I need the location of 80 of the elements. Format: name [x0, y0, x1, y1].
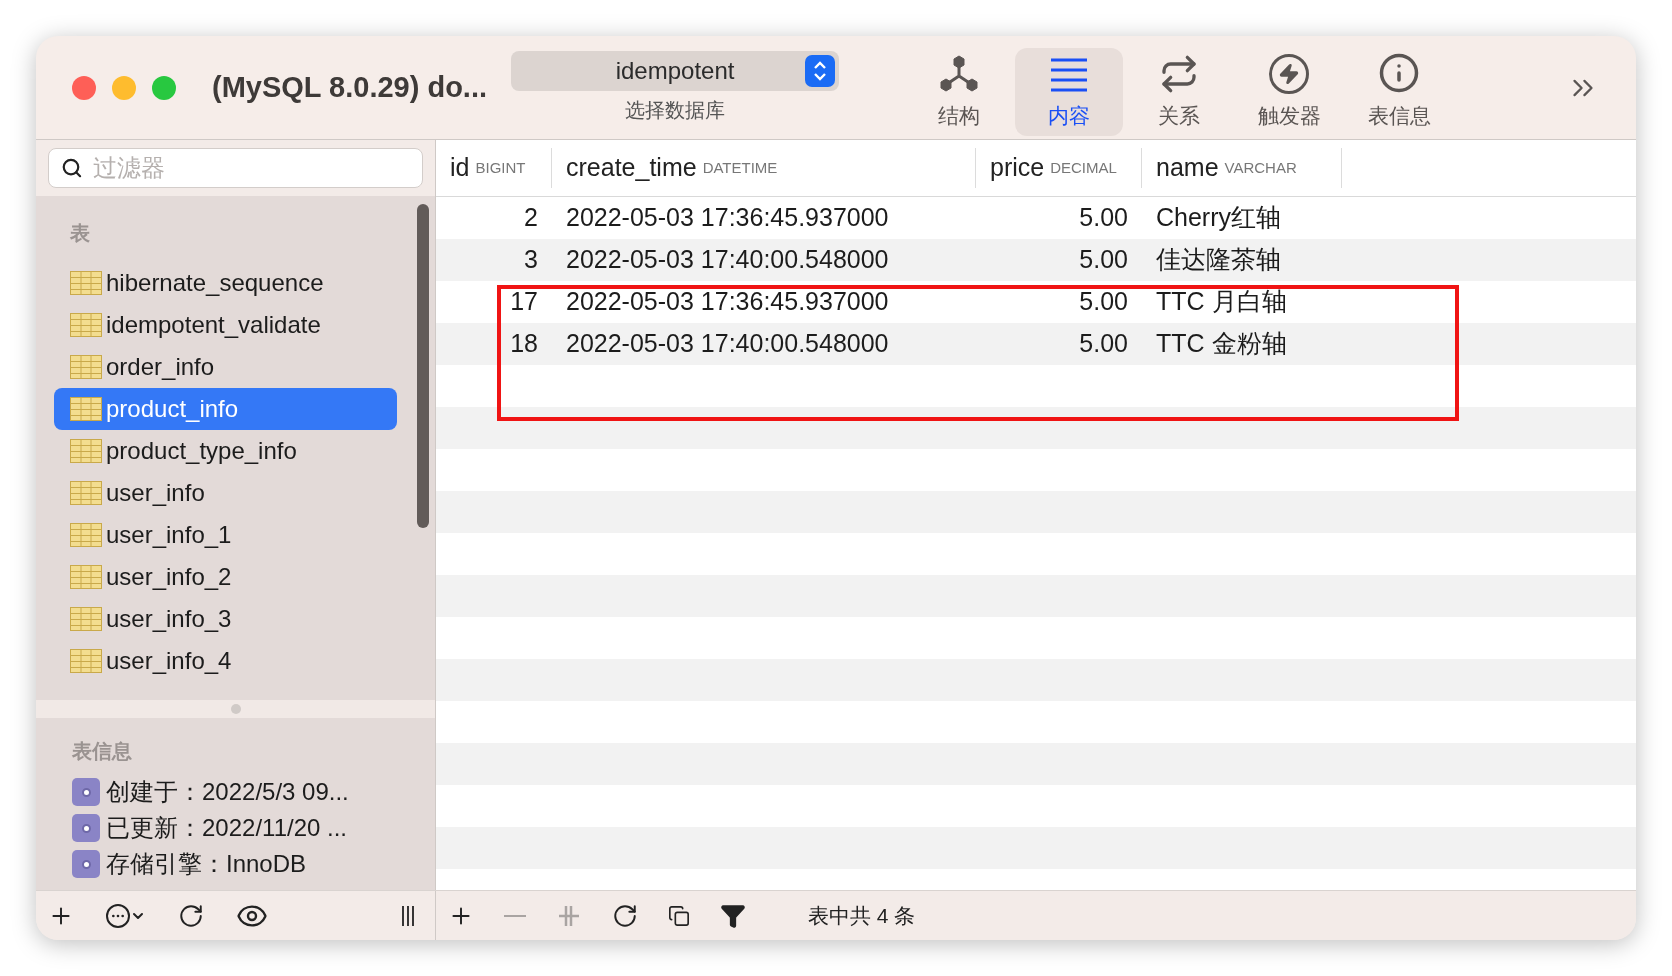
table-cell-text: 2022-05-03 17:40:00.548000 [565, 244, 890, 276]
toolbar-tab[interactable]: 结构 [905, 47, 1014, 136]
sidebar-item[interactable]: hibernate_sequence [54, 262, 397, 304]
selector-label: 选择数据库 [625, 97, 726, 123]
columns-button[interactable] [401, 903, 415, 928]
info-item-icon [72, 778, 100, 806]
section-header: 表 [69, 221, 91, 246]
refresh-icon [178, 902, 204, 929]
table-cell-text: 2022-05-03 17:40:00.548000 [565, 328, 890, 360]
column-header[interactable]: price DECIMAL [976, 148, 1142, 188]
column-header[interactable]: create_time DATETIME [552, 148, 976, 188]
sidebar-item[interactable]: user_info_3 [54, 598, 397, 640]
sidebar-item[interactable]: user_info_2 [54, 556, 397, 598]
table-row[interactable]: 3 2022-05-03 17:40:00.548000 5.00 佳达隆茶轴 [436, 239, 1636, 281]
info-icon [1378, 52, 1421, 94]
info-item-icon [72, 814, 100, 842]
table-cell-text: 5.00 [1078, 202, 1129, 234]
sidebar-item[interactable]: order_info [54, 346, 397, 388]
toolbar-tab[interactable]: 触发器 [1235, 47, 1344, 136]
refresh-button[interactable] [178, 902, 204, 929]
search-icon [61, 156, 83, 180]
info-item: 已更新：2022/11/20 ... [106, 813, 347, 843]
sidebar-scrollbar[interactable] [417, 204, 429, 528]
sidebar-item[interactable]: user_info [54, 472, 397, 514]
table-icon [70, 565, 102, 589]
table-cell-text: 18 [509, 328, 539, 360]
filter-button[interactable] [720, 902, 746, 929]
table-cell-text: 佳达隆茶轴 [1155, 244, 1282, 276]
toolbar-tab[interactable]: 表信息 [1345, 47, 1454, 136]
table-cell-text: TTC 月白轴 [1155, 286, 1288, 318]
table-cell-text: Cherry红轴 [1155, 202, 1282, 234]
table-cell-text: 5.00 [1078, 244, 1129, 276]
info-item: 存储引擎：InnoDB [106, 849, 307, 879]
table-cell-text: 5.00 [1078, 328, 1129, 360]
table-cell-text: 5.00 [1078, 286, 1129, 318]
table-icon [70, 313, 102, 337]
search-field[interactable]: 过滤器 [48, 148, 423, 188]
row-count: 表中共 4 条 [808, 902, 916, 929]
table-icon [70, 397, 102, 421]
table-icon [70, 607, 102, 631]
copy-icon [668, 904, 690, 927]
table-icon [70, 523, 102, 547]
stepper-icon [805, 54, 836, 87]
info-item-icon [72, 850, 100, 878]
table-cell-text: 17 [509, 286, 539, 318]
table-cell-text: TTC 金粉轴 [1155, 328, 1288, 360]
copy-button[interactable] [668, 904, 690, 927]
sidebar-item[interactable]: idempotent_validate [54, 304, 397, 346]
table-icon [70, 481, 102, 505]
table-icon [70, 355, 102, 379]
column-bars-icon [401, 903, 415, 928]
window-title: (MySQL 8.0.29) do... [212, 69, 488, 105]
traffic-light-button[interactable] [72, 75, 96, 100]
table-cell-text: 2022-05-03 17:36:45.937000 [565, 202, 890, 234]
toolbar-tab[interactable]: 关系 [1125, 47, 1234, 136]
table-icon [70, 649, 102, 673]
info-item: 创建于：2022/5/3 09... [106, 777, 349, 807]
filter-icon [720, 902, 746, 929]
table-cell-text: 2 [523, 202, 539, 234]
lightning-icon [1269, 54, 1310, 94]
splitter-handle[interactable] [230, 704, 241, 714]
sidebar-item[interactable]: product_info [54, 388, 397, 430]
minus-icon [504, 913, 526, 918]
sidebar-item[interactable]: product_type_info [54, 430, 397, 472]
table-icon [70, 271, 102, 295]
table-cell-text: 2022-05-03 17:36:45.937000 [565, 286, 890, 318]
table-cell-text: 3 [523, 244, 539, 276]
refresh-button[interactable] [612, 902, 638, 929]
column-header[interactable]: name VARCHAR [1142, 148, 1342, 188]
refresh-icon [612, 902, 638, 929]
section-header: 表信息 [72, 739, 133, 764]
more-button[interactable] [106, 903, 146, 928]
more-icon [106, 903, 146, 928]
toolbar-tab[interactable]: 内容 [1015, 47, 1124, 136]
table-row[interactable]: 18 2022-05-03 17:40:00.548000 5.00 TTC 金粉轴 [436, 323, 1636, 365]
sidebar-item[interactable]: user_info_1 [54, 514, 397, 556]
column-header[interactable]: id BIGINT [436, 148, 552, 188]
table-icon [70, 439, 102, 463]
sidebar-item[interactable]: user_info_4 [54, 640, 397, 682]
database-selector[interactable]: idempotent [511, 50, 840, 91]
